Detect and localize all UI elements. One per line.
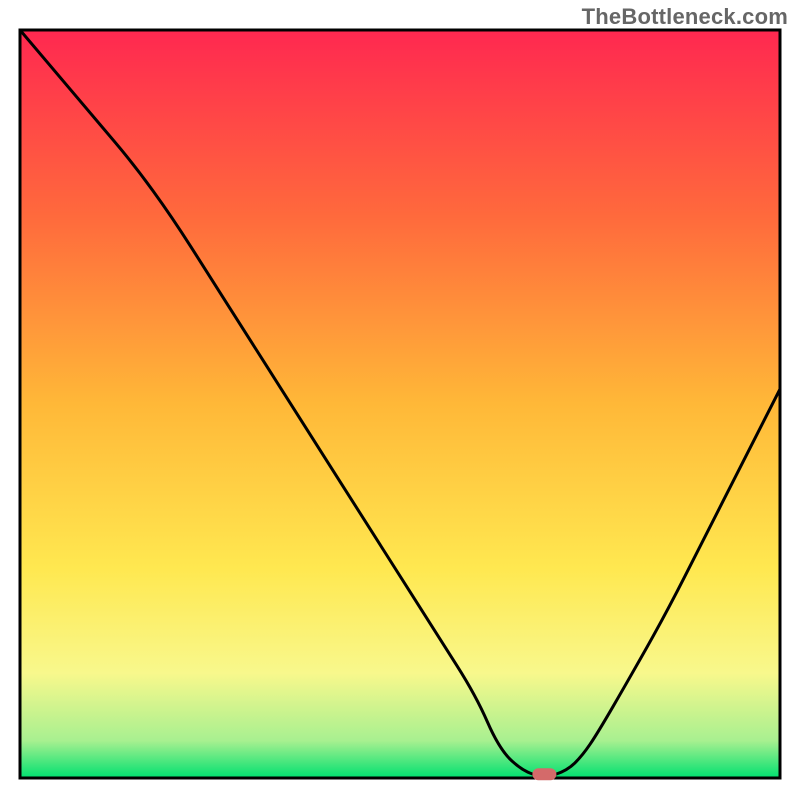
- bottleneck-chart: [0, 0, 800, 800]
- chart-container: TheBottleneck.com: [0, 0, 800, 800]
- chart-background: [20, 30, 780, 778]
- optimum-marker: [532, 768, 556, 780]
- watermark-label: TheBottleneck.com: [582, 4, 788, 30]
